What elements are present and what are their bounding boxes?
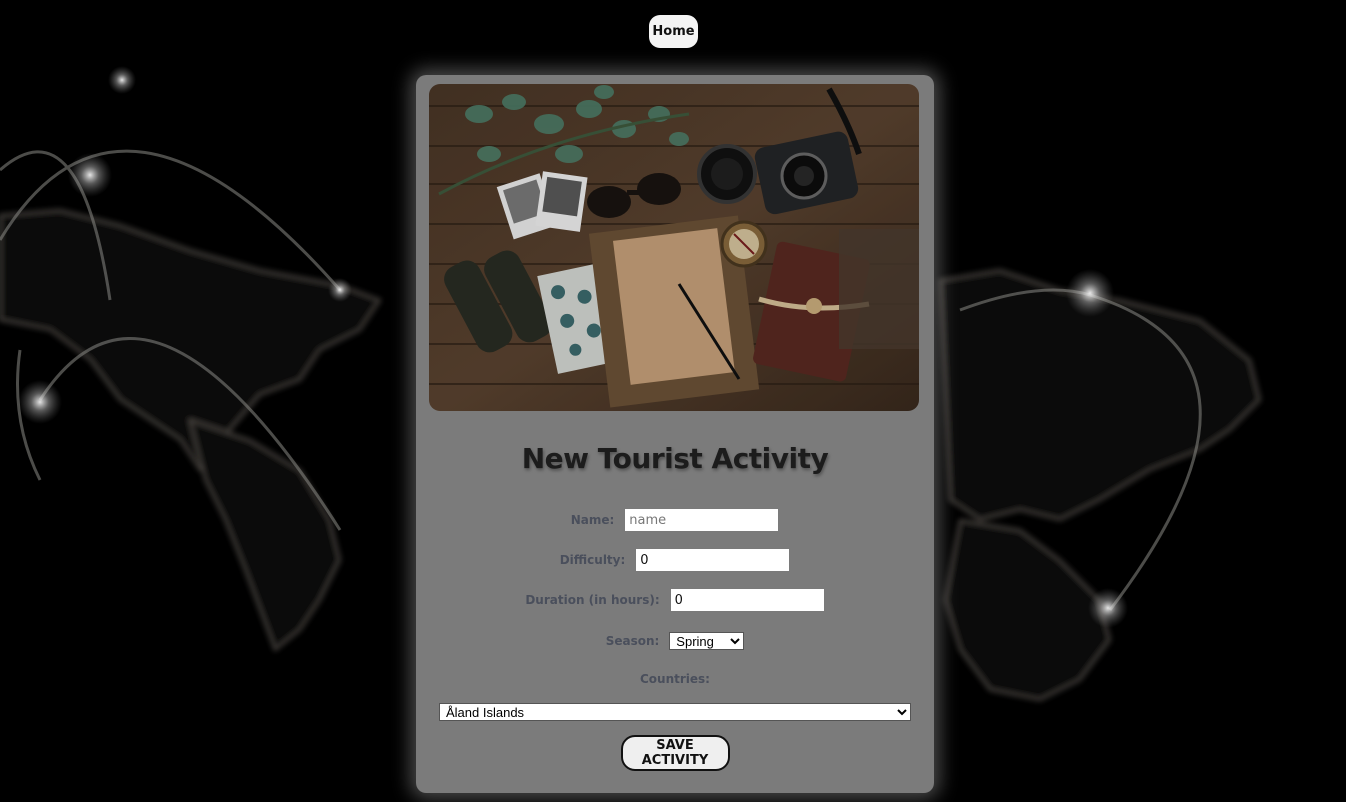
countries-select[interactable]: Åland Islands — [439, 703, 911, 721]
travel-flatlay-image — [429, 84, 919, 411]
save-row: SAVE ACTIVITY — [416, 735, 934, 771]
season-select[interactable]: Spring — [669, 632, 745, 650]
home-button[interactable]: Home — [649, 15, 698, 48]
activity-form-card: New Tourist Activity Name: Difficulty: D… — [416, 75, 934, 793]
page-title: New Tourist Activity — [521, 442, 829, 475]
duration-label: Duration (in hours): — [525, 593, 660, 607]
duration-input[interactable] — [669, 588, 825, 612]
save-activity-button[interactable]: SAVE ACTIVITY — [620, 735, 730, 771]
name-input[interactable] — [624, 508, 780, 532]
difficulty-input[interactable] — [635, 548, 791, 572]
countries-label-row: Countries: — [416, 672, 934, 686]
difficulty-row: Difficulty: — [416, 548, 934, 572]
countries-row: Åland Islands — [416, 703, 934, 721]
countries-label: Countries: — [640, 672, 710, 686]
duration-row: Duration (in hours): — [416, 588, 934, 612]
name-label: Name: — [570, 513, 615, 527]
top-nav: Home — [649, 15, 698, 48]
name-row: Name: — [416, 508, 934, 532]
season-row: Season: Spring — [416, 632, 934, 650]
season-label: Season: — [605, 634, 660, 648]
difficulty-label: Difficulty: — [559, 553, 626, 567]
